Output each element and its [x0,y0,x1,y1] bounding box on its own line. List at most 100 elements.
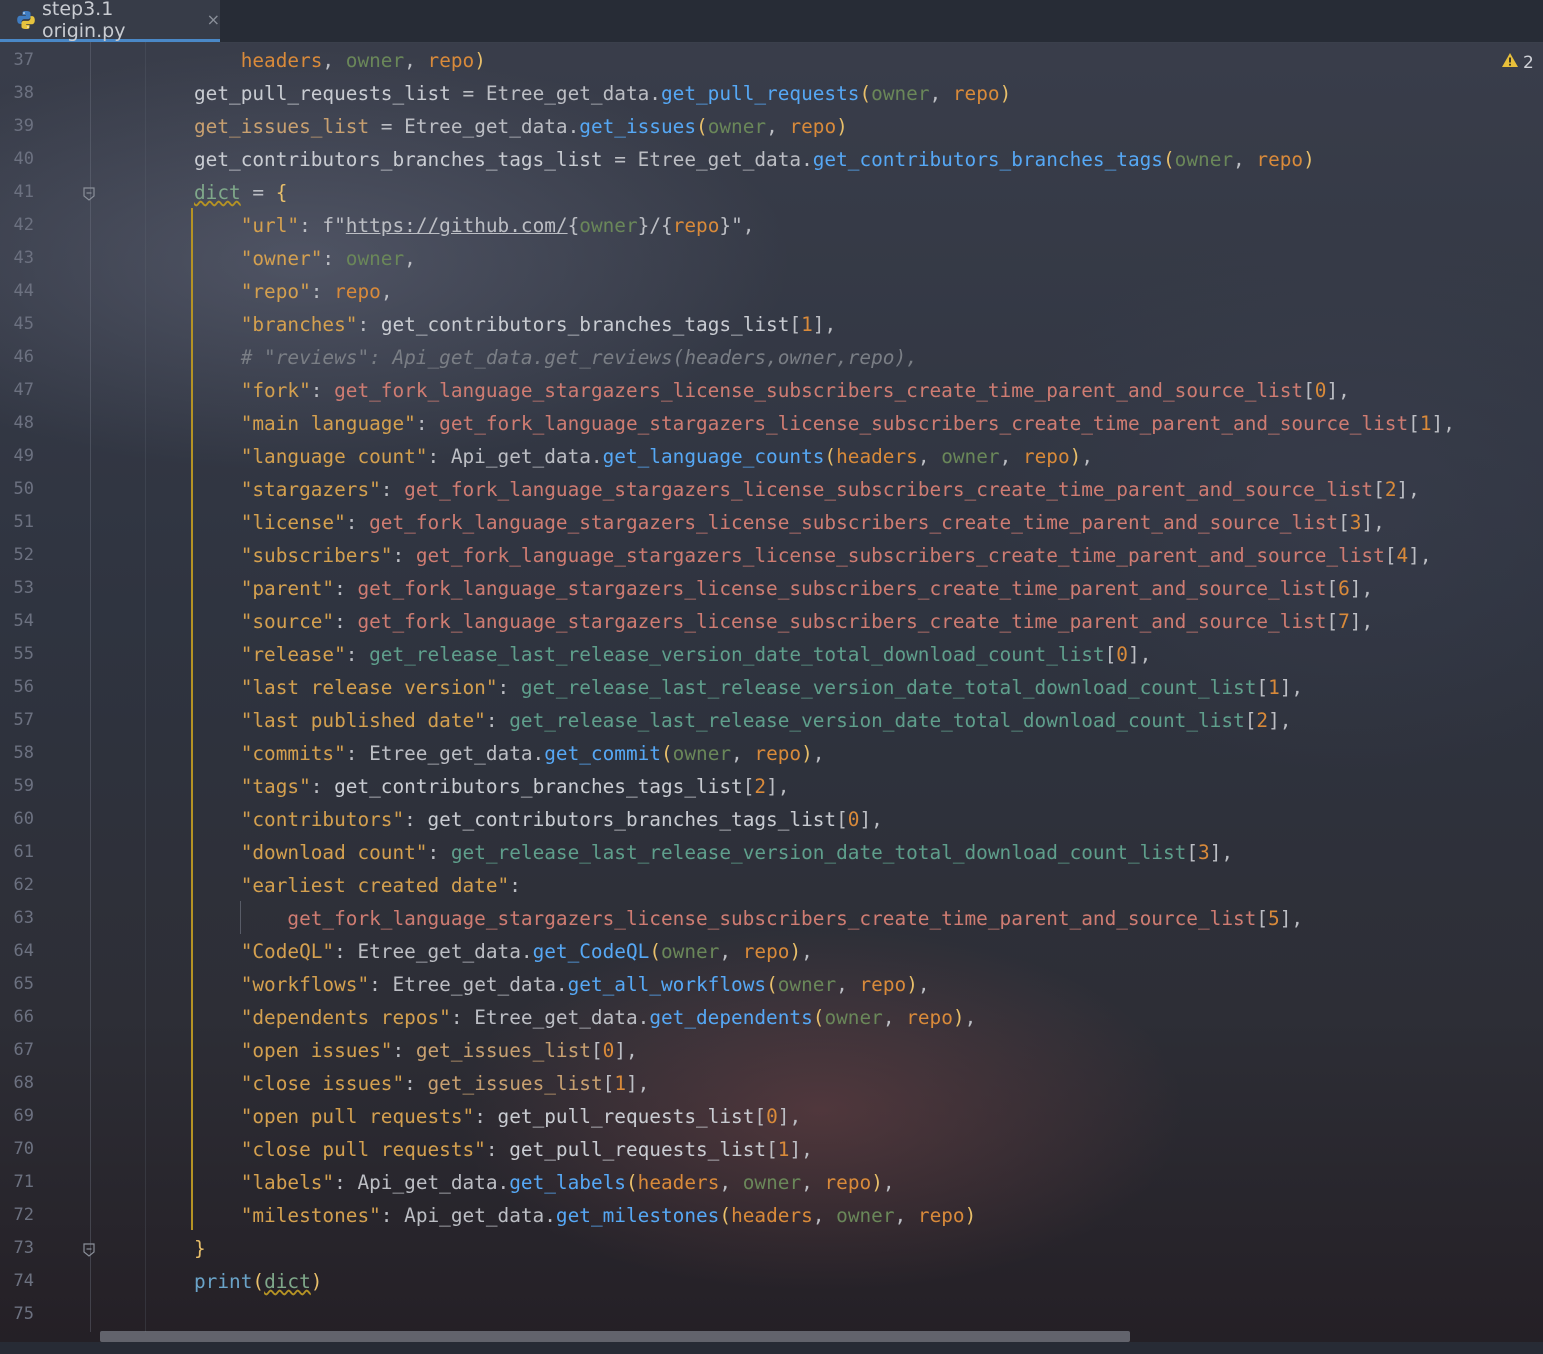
code-token: , [766,115,790,138]
fold-marker-icon[interactable] [82,1242,96,1257]
code-line[interactable]: get_issues_list = Etree_get_data.get_iss… [194,110,848,143]
code-line[interactable]: "tags": get_contributors_branches_tags_l… [194,770,790,803]
code-token: # "reviews": Api_get_data.get_reviews(he… [194,346,918,369]
code-token: [ [1326,577,1339,600]
code-line[interactable]: get_contributors_branches_tags_list = Et… [194,143,1315,176]
code-token: [ [1256,907,1269,930]
code-line[interactable]: get_fork_language_stargazers_license_sub… [194,902,1303,935]
code-line[interactable]: "release": get_release_last_release_vers… [194,638,1152,671]
code-line[interactable]: "download count": get_release_last_relea… [194,836,1233,869]
code-line[interactable]: "repo": repo, [194,275,393,308]
code-line[interactable]: "workflows": Etree_get_data.get_all_work… [194,968,930,1001]
code-token: [ [742,775,755,798]
line-number: 62 [13,875,34,895]
code-line[interactable]: "milestones": Api_get_data.get_milestone… [194,1199,977,1232]
code-token: , [719,1171,743,1194]
code-line[interactable]: print(dict) [194,1265,322,1298]
code-token: [ [1104,643,1117,666]
code-line[interactable]: # "reviews": Api_get_data.get_reviews(he… [194,341,918,374]
code-line[interactable]: "close pull requests": get_pull_requests… [194,1133,813,1166]
code-token: get_issues [579,115,697,138]
code-line[interactable]: headers, owner, repo) [194,44,486,77]
code-token: get_release_last_release_version_date_to… [520,676,1257,699]
code-line[interactable]: "earliest created date": [194,869,521,902]
code-line[interactable]: "close issues": get_issues_list[1], [194,1067,650,1100]
code-line[interactable]: "CodeQL": Etree_get_data.get_CodeQL(owne… [194,935,813,968]
code-token: , [999,445,1023,468]
code-token: "owner" [194,247,323,270]
code-line[interactable]: "commits": Etree_get_data.get_commit(own… [194,737,825,770]
code-line[interactable]: "fork": get_fork_language_stargazers_lic… [194,374,1350,407]
code-line[interactable]: "last release version": get_release_last… [194,671,1303,704]
code-token: , [882,1006,907,1029]
code-line[interactable]: "contributors": get_contributors_branche… [194,803,883,836]
code-token: repo [824,1171,872,1194]
close-icon[interactable]: × [207,10,220,29]
code-line[interactable]: } [194,1232,206,1265]
inspection-widget[interactable]: 2 [1501,52,1534,73]
code-token: ) [1303,148,1315,171]
code-line[interactable]: dict = { [194,176,287,209]
code-line[interactable]: "branches": get_contributors_branches_ta… [194,308,836,341]
code-token: ], [1127,643,1152,666]
code-token: owner [672,742,732,765]
horizontal-scrollbar-thumb[interactable] [100,1331,1130,1342]
code-line[interactable]: "last published date": get_release_last_… [194,704,1292,737]
code-token: "last published date" [194,709,486,732]
code-token: ], [812,313,837,336]
vertical-scrollbar[interactable] [1535,42,1543,1332]
code-token: : [404,808,428,831]
code-line[interactable]: "language count": Api_get_data.get_langu… [194,440,1093,473]
code-line[interactable]: "source": get_fork_language_stargazers_l… [194,605,1373,638]
code-token: headers [731,1204,813,1227]
code-line[interactable]: "owner": owner, [194,242,416,275]
code-token: get_fork_language_stargazers_license_sub… [334,379,1304,402]
line-number: 42 [13,215,34,235]
code-token: } [194,1237,206,1260]
code-line[interactable]: "labels": Api_get_data.get_labels(header… [194,1166,895,1199]
code-token: , [836,973,860,996]
fold-marker-icon[interactable] [82,186,96,201]
line-number: 51 [13,512,34,532]
code-token: [ [1384,544,1397,567]
code-line[interactable]: "parent": get_fork_language_stargazers_l… [194,572,1373,605]
code-token: ) [789,940,802,963]
code-line[interactable]: "open pull requests": get_pull_requests_… [194,1100,801,1133]
code-line[interactable]: get_pull_requests_list = Etree_get_data.… [194,77,1011,110]
code-token: get_release_last_release_version_date_to… [450,841,1187,864]
code-token: , [812,1204,837,1227]
code-token: : [310,775,335,798]
code-line[interactable]: "subscribers": get_fork_language_stargaz… [194,539,1432,572]
code-line[interactable]: "main language": get_fork_language_starg… [194,407,1455,440]
code-line[interactable]: "url": f"https://github.com/{owner}/{rep… [194,209,755,242]
code-token: "main language" [194,412,416,435]
code-token: , [801,1171,825,1194]
code-token: "contributors" [194,808,405,831]
code-token: get_fork_language_stargazers_license_sub… [415,544,1385,567]
code-line[interactable]: "stargazers": get_fork_language_stargaze… [194,473,1420,506]
code-token: ( [1162,148,1175,171]
code-token: : f" [299,214,346,237]
code-token: "earliest created date" [194,874,510,897]
code-token: get_all_workflows [567,973,767,996]
tab-step3-1-origin-py[interactable]: step3.1 origin.py × [0,0,220,42]
code-token: headers [637,1171,720,1194]
code-token: repo [754,742,802,765]
code-token: "tags" [194,775,311,798]
line-number: 70 [13,1139,34,1159]
code-line[interactable]: "license": get_fork_language_stargazers_… [194,506,1385,539]
line-number: 57 [13,710,34,730]
editor-tab-bar: step3.1 origin.py × [0,0,1543,43]
code-token: "release" [194,643,346,666]
code-token: 7 [1338,610,1350,633]
indent-separator [145,42,146,1332]
code-line[interactable]: "open issues": get_issues_list[0], [194,1034,638,1067]
code-token: ) [906,973,918,996]
code-token: "close pull requests" [194,1138,486,1161]
line-number: 61 [13,842,34,862]
line-number: 74 [13,1271,34,1291]
code-token: get_issues_list [415,1039,591,1062]
code-token: owner [941,445,1000,468]
code-token: owner [871,82,930,105]
code-line[interactable]: "dependents repos": Etree_get_data.get_d… [194,1001,977,1034]
